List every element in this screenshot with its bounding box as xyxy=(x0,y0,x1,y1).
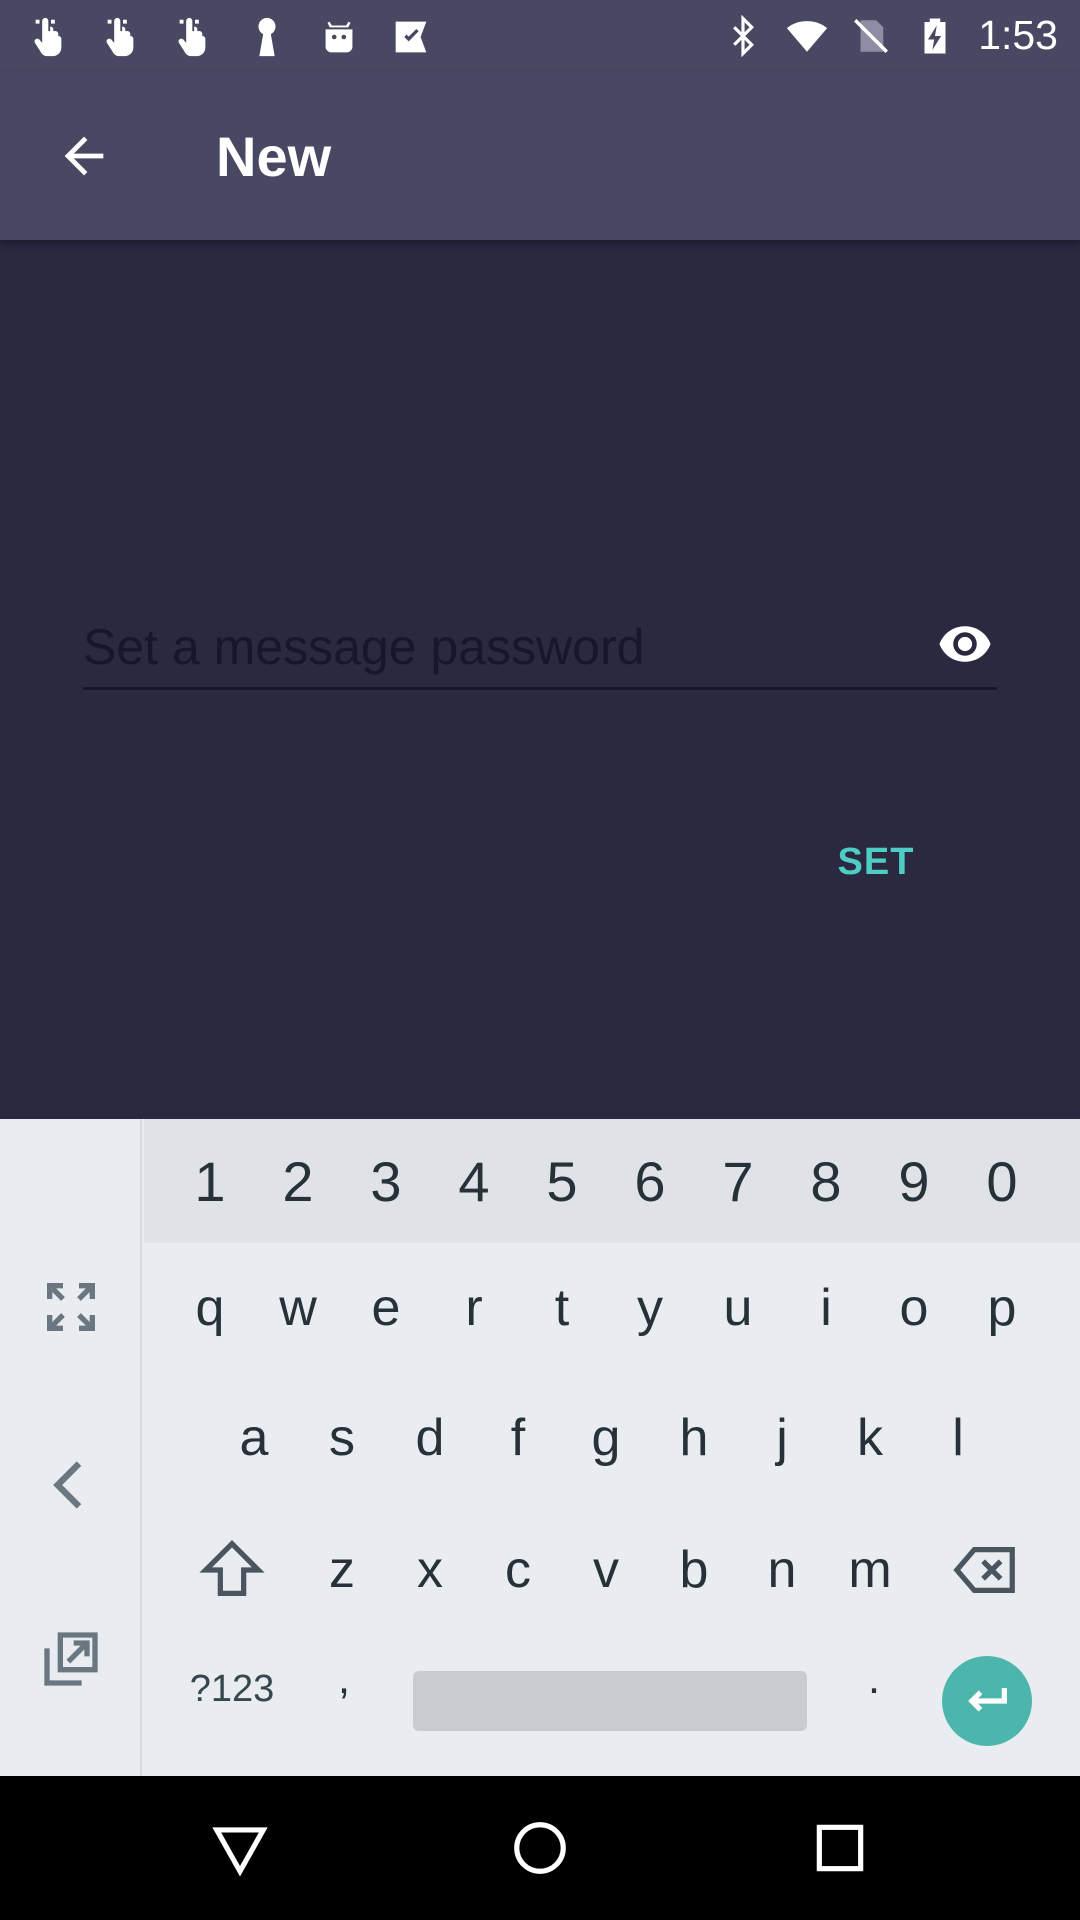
keyboard-side-panel xyxy=(0,1119,142,1776)
key-c[interactable]: c xyxy=(474,1505,562,1635)
enter-key[interactable] xyxy=(942,1656,1032,1746)
notification-icons xyxy=(28,14,434,60)
system-icons: 1:53 xyxy=(722,12,1058,59)
status-bar: 1:53 xyxy=(0,0,1080,72)
bluetooth-icon xyxy=(733,14,755,57)
keyhole-icon xyxy=(258,17,276,57)
password-field xyxy=(83,600,997,690)
key-l[interactable]: l xyxy=(914,1373,1002,1503)
key-7[interactable]: 7 xyxy=(694,1119,782,1243)
number-row: 1 2 3 4 5 6 7 8 9 0 xyxy=(144,1119,1080,1243)
key-2[interactable]: 2 xyxy=(254,1119,342,1243)
shift-arrow-icon xyxy=(199,1540,265,1596)
key-9[interactable]: 9 xyxy=(870,1119,958,1243)
check-ticket-icon xyxy=(395,21,427,53)
key-g[interactable]: g xyxy=(562,1373,650,1503)
no-sim-icon xyxy=(854,18,889,53)
key-n[interactable]: n xyxy=(738,1505,826,1635)
key-period[interactable]: . xyxy=(830,1629,918,1729)
key-j[interactable]: j xyxy=(738,1373,826,1503)
page-title: New xyxy=(216,125,332,188)
key-8[interactable]: 8 xyxy=(782,1119,870,1243)
key-h[interactable]: h xyxy=(650,1373,738,1503)
set-button[interactable]: SET xyxy=(820,820,932,904)
fullscreen-button[interactable] xyxy=(31,1267,111,1347)
key-q[interactable]: q xyxy=(166,1243,254,1373)
key-comma[interactable]: , xyxy=(300,1629,388,1729)
app-bar: New xyxy=(0,72,1080,240)
key-f[interactable]: f xyxy=(474,1373,562,1503)
key-u[interactable]: u xyxy=(694,1243,782,1373)
symbols-key[interactable]: ?123 xyxy=(172,1639,292,1739)
key-y[interactable]: y xyxy=(606,1243,694,1373)
key-a[interactable]: a xyxy=(210,1373,298,1503)
key-s[interactable]: s xyxy=(298,1373,386,1503)
key-k[interactable]: k xyxy=(826,1373,914,1503)
finger-touch-icon xyxy=(34,17,62,57)
key-b[interactable]: b xyxy=(650,1505,738,1635)
key-5[interactable]: 5 xyxy=(518,1119,606,1243)
key-v[interactable]: v xyxy=(562,1505,650,1635)
finger-touch-icon xyxy=(178,17,206,57)
nav-home-button[interactable] xyxy=(500,1808,580,1888)
open-external-button[interactable] xyxy=(31,1619,111,1699)
soft-keyboard: 1 2 3 4 5 6 7 8 9 0 q w e r t y u i o p … xyxy=(0,1119,1080,1776)
nav-recents-button[interactable] xyxy=(800,1808,880,1888)
navigation-bar xyxy=(0,1776,1080,1920)
key-o[interactable]: o xyxy=(870,1243,958,1373)
clock: 1:53 xyxy=(978,12,1058,58)
finger-touch-icon xyxy=(106,17,134,57)
back-triangle-icon xyxy=(212,1827,268,1877)
back-button[interactable] xyxy=(36,108,132,204)
key-4[interactable]: 4 xyxy=(430,1119,518,1243)
toggle-visibility-button[interactable] xyxy=(933,616,997,672)
android-icon xyxy=(325,21,353,53)
home-circle-icon xyxy=(514,1822,566,1874)
key-i[interactable]: i xyxy=(782,1243,870,1373)
key-d[interactable]: d xyxy=(386,1373,474,1503)
enter-return-icon xyxy=(968,1688,1007,1712)
shift-key[interactable] xyxy=(188,1505,276,1635)
recents-square-icon xyxy=(816,1824,864,1872)
fullscreen-icon xyxy=(47,1283,95,1331)
key-w[interactable]: w xyxy=(254,1243,342,1373)
collapse-keyboard-button[interactable] xyxy=(31,1445,111,1525)
key-1[interactable]: 1 xyxy=(166,1119,254,1243)
open-external-icon xyxy=(44,1632,98,1686)
key-6[interactable]: 6 xyxy=(606,1119,694,1243)
backspace-key[interactable] xyxy=(942,1505,1030,1635)
battery-charging-icon xyxy=(924,18,946,53)
key-m[interactable]: m xyxy=(826,1505,914,1635)
chevron-left-icon xyxy=(53,1461,82,1509)
key-t[interactable]: t xyxy=(518,1243,606,1373)
spacebar[interactable] xyxy=(413,1671,807,1731)
arrow-back-icon xyxy=(64,136,104,176)
password-input[interactable] xyxy=(83,612,903,682)
key-e[interactable]: e xyxy=(342,1243,430,1373)
backspace-icon xyxy=(953,1546,1015,1594)
key-r[interactable]: r xyxy=(430,1243,518,1373)
key-0[interactable]: 0 xyxy=(958,1119,1046,1243)
nav-back-button[interactable] xyxy=(200,1808,280,1888)
wifi-icon xyxy=(787,20,828,52)
key-p[interactable]: p xyxy=(958,1243,1046,1373)
eye-icon xyxy=(939,626,991,662)
key-x[interactable]: x xyxy=(386,1505,474,1635)
key-3[interactable]: 3 xyxy=(342,1119,430,1243)
key-z[interactable]: z xyxy=(298,1505,386,1635)
